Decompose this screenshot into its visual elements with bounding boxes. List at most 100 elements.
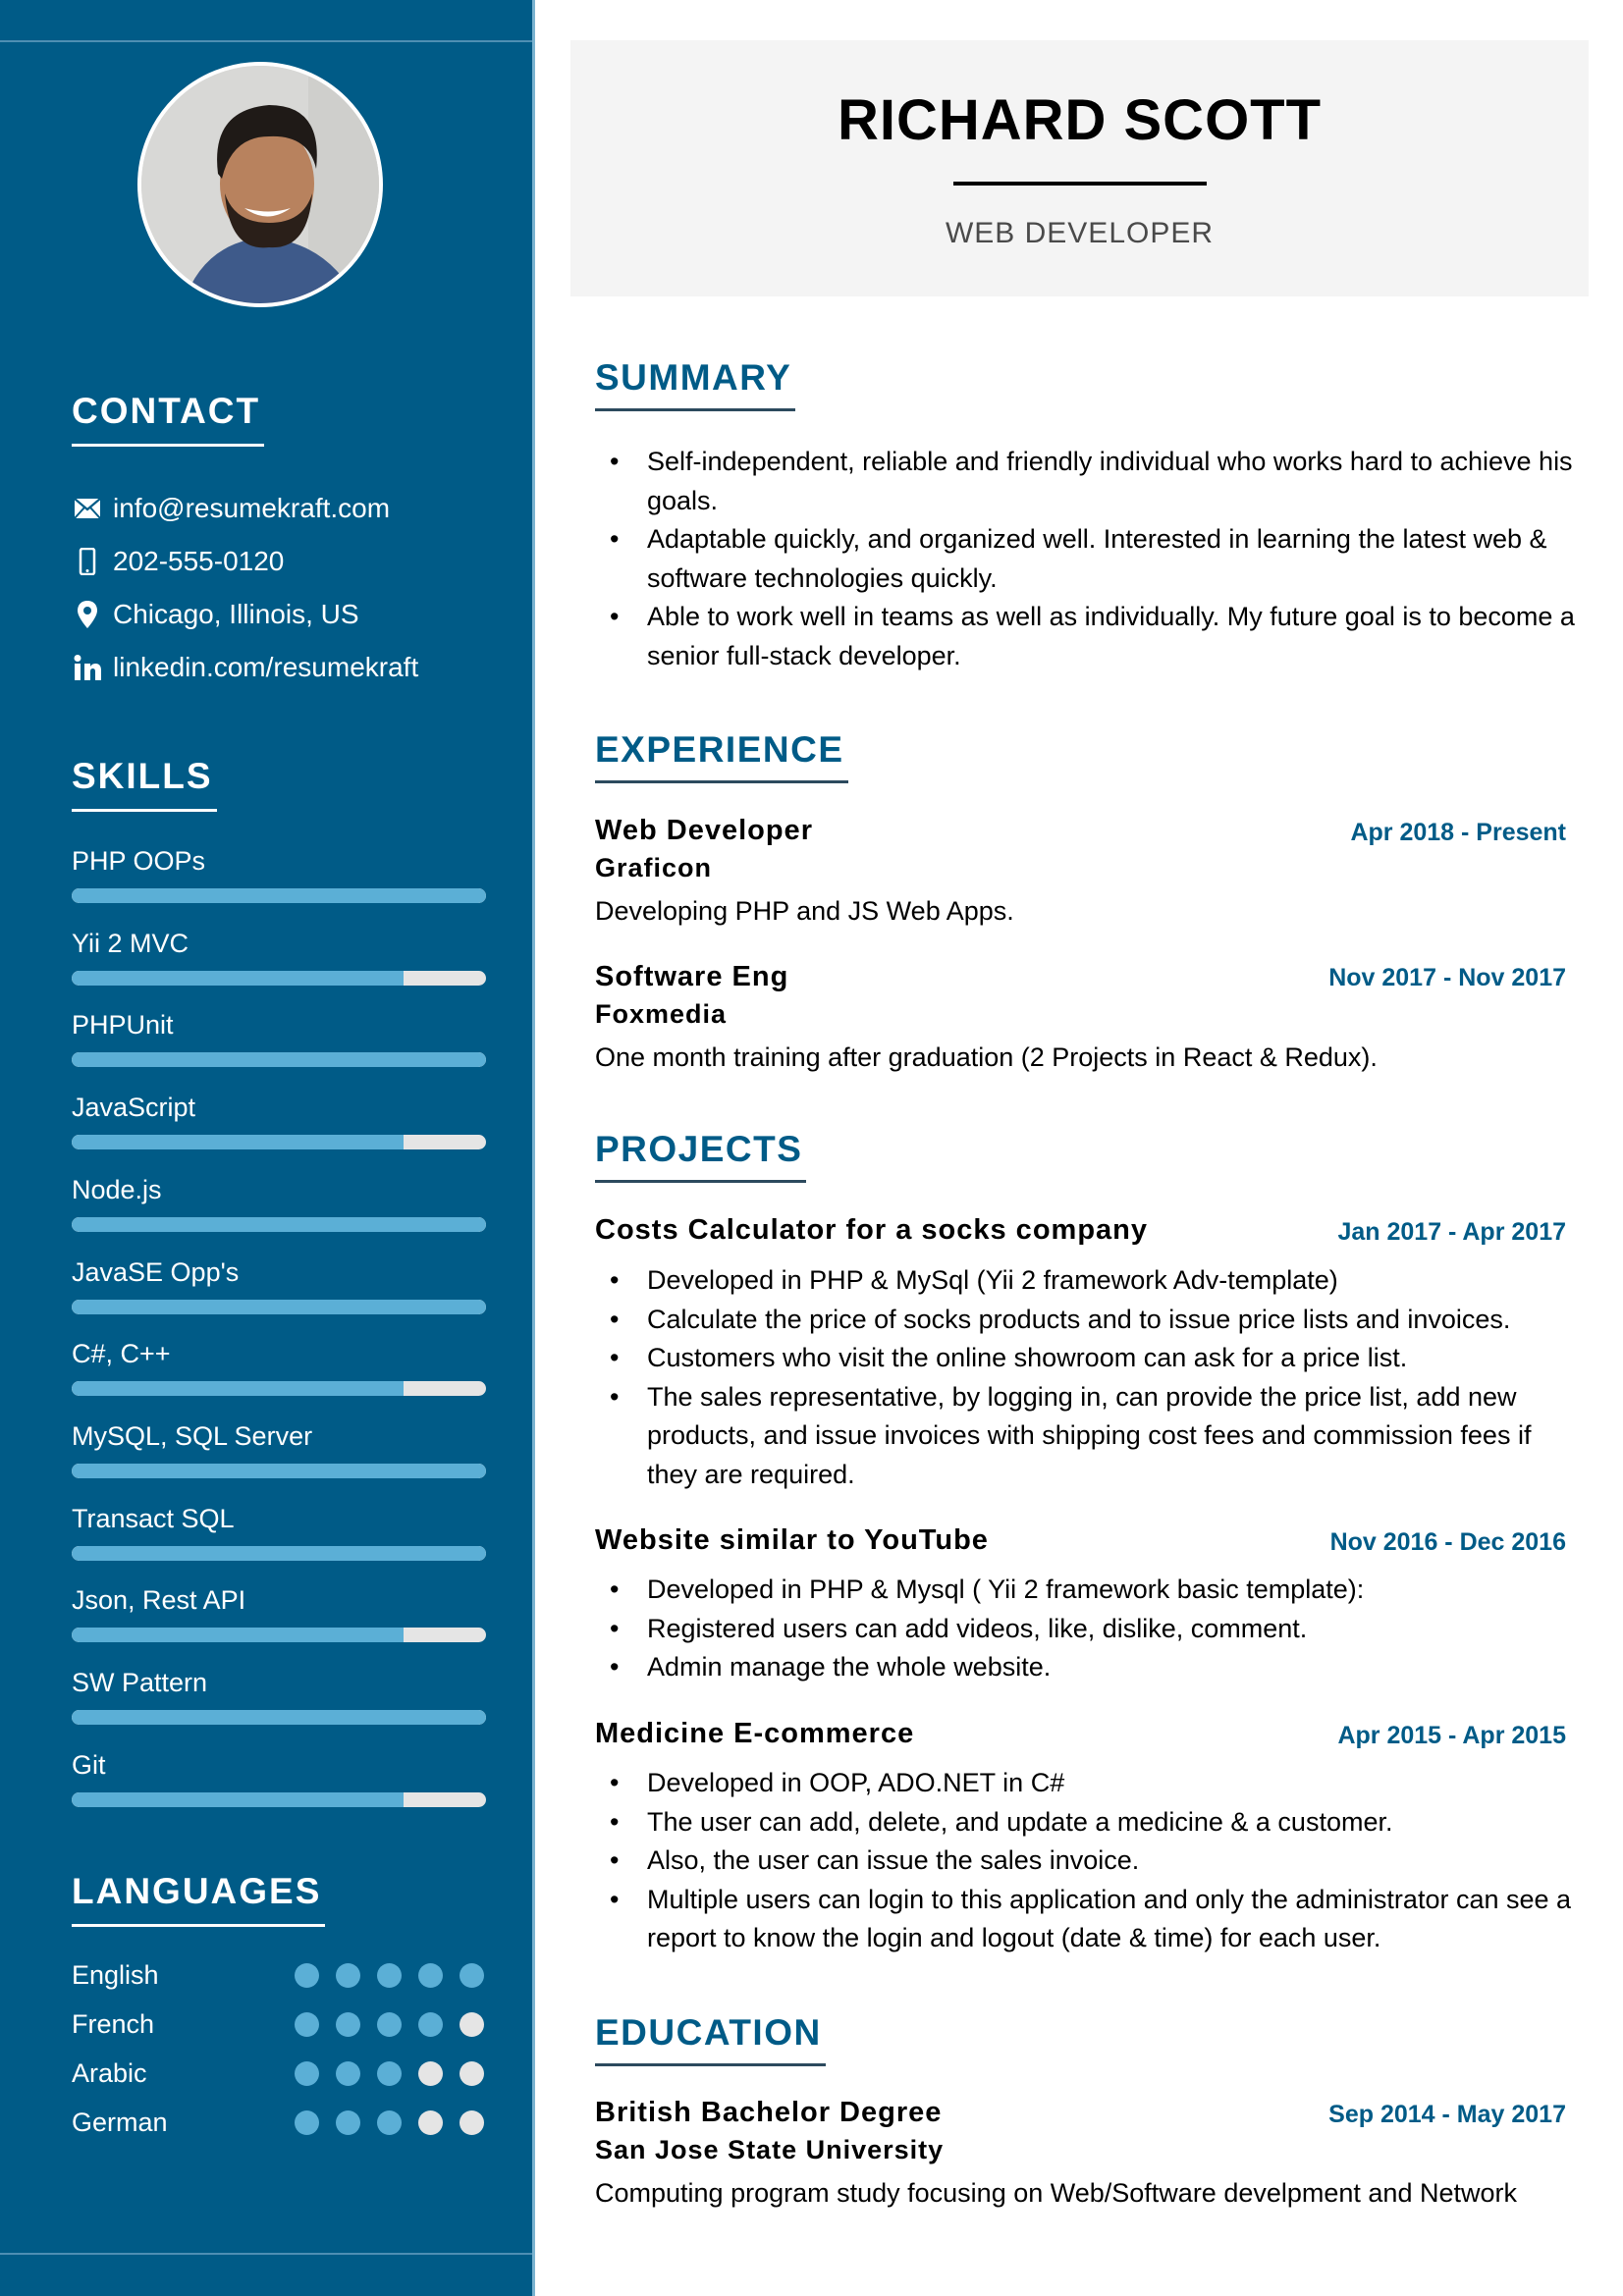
skill-label: PHP OOPs xyxy=(72,846,206,876)
education-description: Computing program study focusing on Web/… xyxy=(595,2178,1517,2208)
skill-bar xyxy=(72,1216,486,1232)
language-name: German xyxy=(72,2107,168,2137)
skill-label: JavaScript xyxy=(72,1093,196,1123)
email-icon xyxy=(72,493,103,524)
rating-dot-filled xyxy=(295,2011,319,2037)
summary-heading-underline xyxy=(595,408,796,411)
skill-bar-fill xyxy=(72,970,404,986)
skill-label: Json, Rest API xyxy=(72,1585,246,1616)
skill-bar-fill xyxy=(72,1791,404,1807)
name-header: RICHARD SCOTT WEB DEVELOPER xyxy=(570,40,1589,296)
project-bullet: Multiple users can login to this applica… xyxy=(595,1881,1577,1958)
skill-bar xyxy=(72,1545,486,1561)
rating-dot-empty xyxy=(460,2011,484,2037)
contact-linkedin[interactable]: linkedin.com/resumekraft xyxy=(72,652,418,683)
sidebar-top-divider xyxy=(0,40,535,42)
language-name: Arabic xyxy=(72,2057,147,2088)
rating-dot-empty xyxy=(418,2109,443,2135)
skill-bar xyxy=(72,1463,486,1478)
avatar-icon xyxy=(141,66,379,303)
skill-bar-fill xyxy=(72,1216,486,1232)
project-bullet: Developed in OOP, ADO.NET in C# xyxy=(595,1764,1577,1803)
contact-phone[interactable]: 202-555-0120 xyxy=(72,546,284,577)
education-degree: British Bachelor Degree xyxy=(595,2097,943,2128)
rating-dot-filled xyxy=(377,2060,402,2086)
experience-role: Software Eng xyxy=(595,961,789,992)
project-name: Website similar to YouTube xyxy=(595,1524,989,1556)
language-rating xyxy=(295,1962,484,1988)
experience-heading-underline xyxy=(595,780,848,783)
skill-bar xyxy=(72,888,486,903)
language-name: French xyxy=(72,2008,155,2039)
project-dates: Nov 2016 - Dec 2016 xyxy=(1329,1528,1566,1556)
skill-bar-fill xyxy=(72,1381,404,1397)
experience-company: Graficon xyxy=(595,853,713,882)
skill-bar-fill xyxy=(72,1710,486,1725)
skill-label: PHPUnit xyxy=(72,1010,174,1041)
language-rating xyxy=(295,2060,484,2086)
contact-email[interactable]: info@resumekraft.com xyxy=(72,493,390,524)
rating-dot-filled xyxy=(336,2060,360,2086)
skill-bar-fill xyxy=(72,1545,486,1561)
project-bullet: Admin manage the whole website. xyxy=(595,1648,1577,1687)
project-name: Medicine E-commerce xyxy=(595,1718,915,1749)
skill-bar xyxy=(72,1628,486,1643)
skills-heading: SKILLS xyxy=(72,756,217,812)
skill-label: Git xyxy=(72,1749,106,1780)
rating-dot-filled xyxy=(377,2011,402,2037)
project-bullet: Calculate the price of socks products an… xyxy=(595,1301,1577,1340)
rating-dot-empty xyxy=(460,2109,484,2135)
language-name: English xyxy=(72,1959,159,1990)
skill-bar xyxy=(72,970,486,986)
summary-item: Able to work well in teams as well as in… xyxy=(595,598,1587,675)
education-heading: EDUCATION xyxy=(595,2012,826,2066)
skill-bar xyxy=(72,1052,486,1068)
experience-company: Foxmedia xyxy=(595,999,728,1029)
skill-label: C#, C++ xyxy=(72,1339,171,1369)
project-bullets: Developed in PHP & Mysql ( Yii 2 framewo… xyxy=(595,1571,1577,1687)
summary-item: Adaptable quickly, and organized well. I… xyxy=(595,520,1587,598)
rating-dot-filled xyxy=(295,1962,319,1988)
languages-heading: LANGUAGES xyxy=(72,1871,326,1927)
language-rating xyxy=(295,2011,484,2037)
language-row: Arabic xyxy=(72,2054,484,2093)
experience-description: Developing PHP and JS Web Apps. xyxy=(595,896,1014,926)
skill-label: Yii 2 MVC xyxy=(72,928,189,958)
rating-dot-filled xyxy=(336,1962,360,1988)
summary-item: Self-independent, reliable and friendly … xyxy=(595,443,1587,520)
skill-label: Transact SQL xyxy=(72,1503,235,1533)
sidebar: CONTACT info@resumekraft.com 202-555-012… xyxy=(0,0,535,2296)
skill-bar-fill xyxy=(72,888,486,903)
project-bullets: Developed in PHP & MySql (Yii 2 framewor… xyxy=(595,1261,1577,1494)
education-dates: Sep 2014 - May 2017 xyxy=(1328,2101,1566,2128)
rating-dot-filled xyxy=(295,2109,319,2135)
project-bullet: The user can add, delete, and update a m… xyxy=(595,1803,1577,1842)
skill-bar-fill xyxy=(72,1299,486,1314)
job-title: WEB DEVELOPER xyxy=(945,217,1215,249)
skill-bar xyxy=(72,1381,486,1397)
rating-dot-filled xyxy=(377,2109,402,2135)
skill-label: MySQL, SQL Server xyxy=(72,1420,313,1451)
rating-dot-filled xyxy=(295,2060,319,2086)
education-heading-underline xyxy=(595,2063,826,2066)
project-bullet: Also, the user can issue the sales invoi… xyxy=(595,1842,1577,1881)
rating-dot-empty xyxy=(418,2060,443,2086)
sidebar-bottom-divider xyxy=(0,2253,535,2255)
skill-bar-fill xyxy=(72,1052,486,1068)
language-rating xyxy=(295,2109,484,2135)
experience-role: Web Developer xyxy=(595,815,813,846)
phone-icon xyxy=(72,546,103,577)
skill-label: SW Pattern xyxy=(72,1668,208,1697)
project-bullet: The sales representative, by logging in,… xyxy=(595,1378,1577,1495)
language-row: English xyxy=(72,1955,484,1995)
project-dates: Apr 2015 - Apr 2015 xyxy=(1337,1722,1566,1749)
skill-label: Node.js xyxy=(72,1174,162,1204)
language-row: French xyxy=(72,2004,484,2044)
contact-heading-underline xyxy=(72,444,265,447)
project-bullet: Developed in PHP & Mysql ( Yii 2 framewo… xyxy=(595,1571,1577,1610)
skills-heading-underline xyxy=(72,809,217,812)
project-dates: Jan 2017 - Apr 2017 xyxy=(1337,1218,1566,1246)
project-bullet: Registered users can add videos, like, d… xyxy=(595,1610,1577,1649)
summary-heading: SUMMARY xyxy=(595,357,796,411)
languages-heading-underline xyxy=(72,1924,326,1927)
